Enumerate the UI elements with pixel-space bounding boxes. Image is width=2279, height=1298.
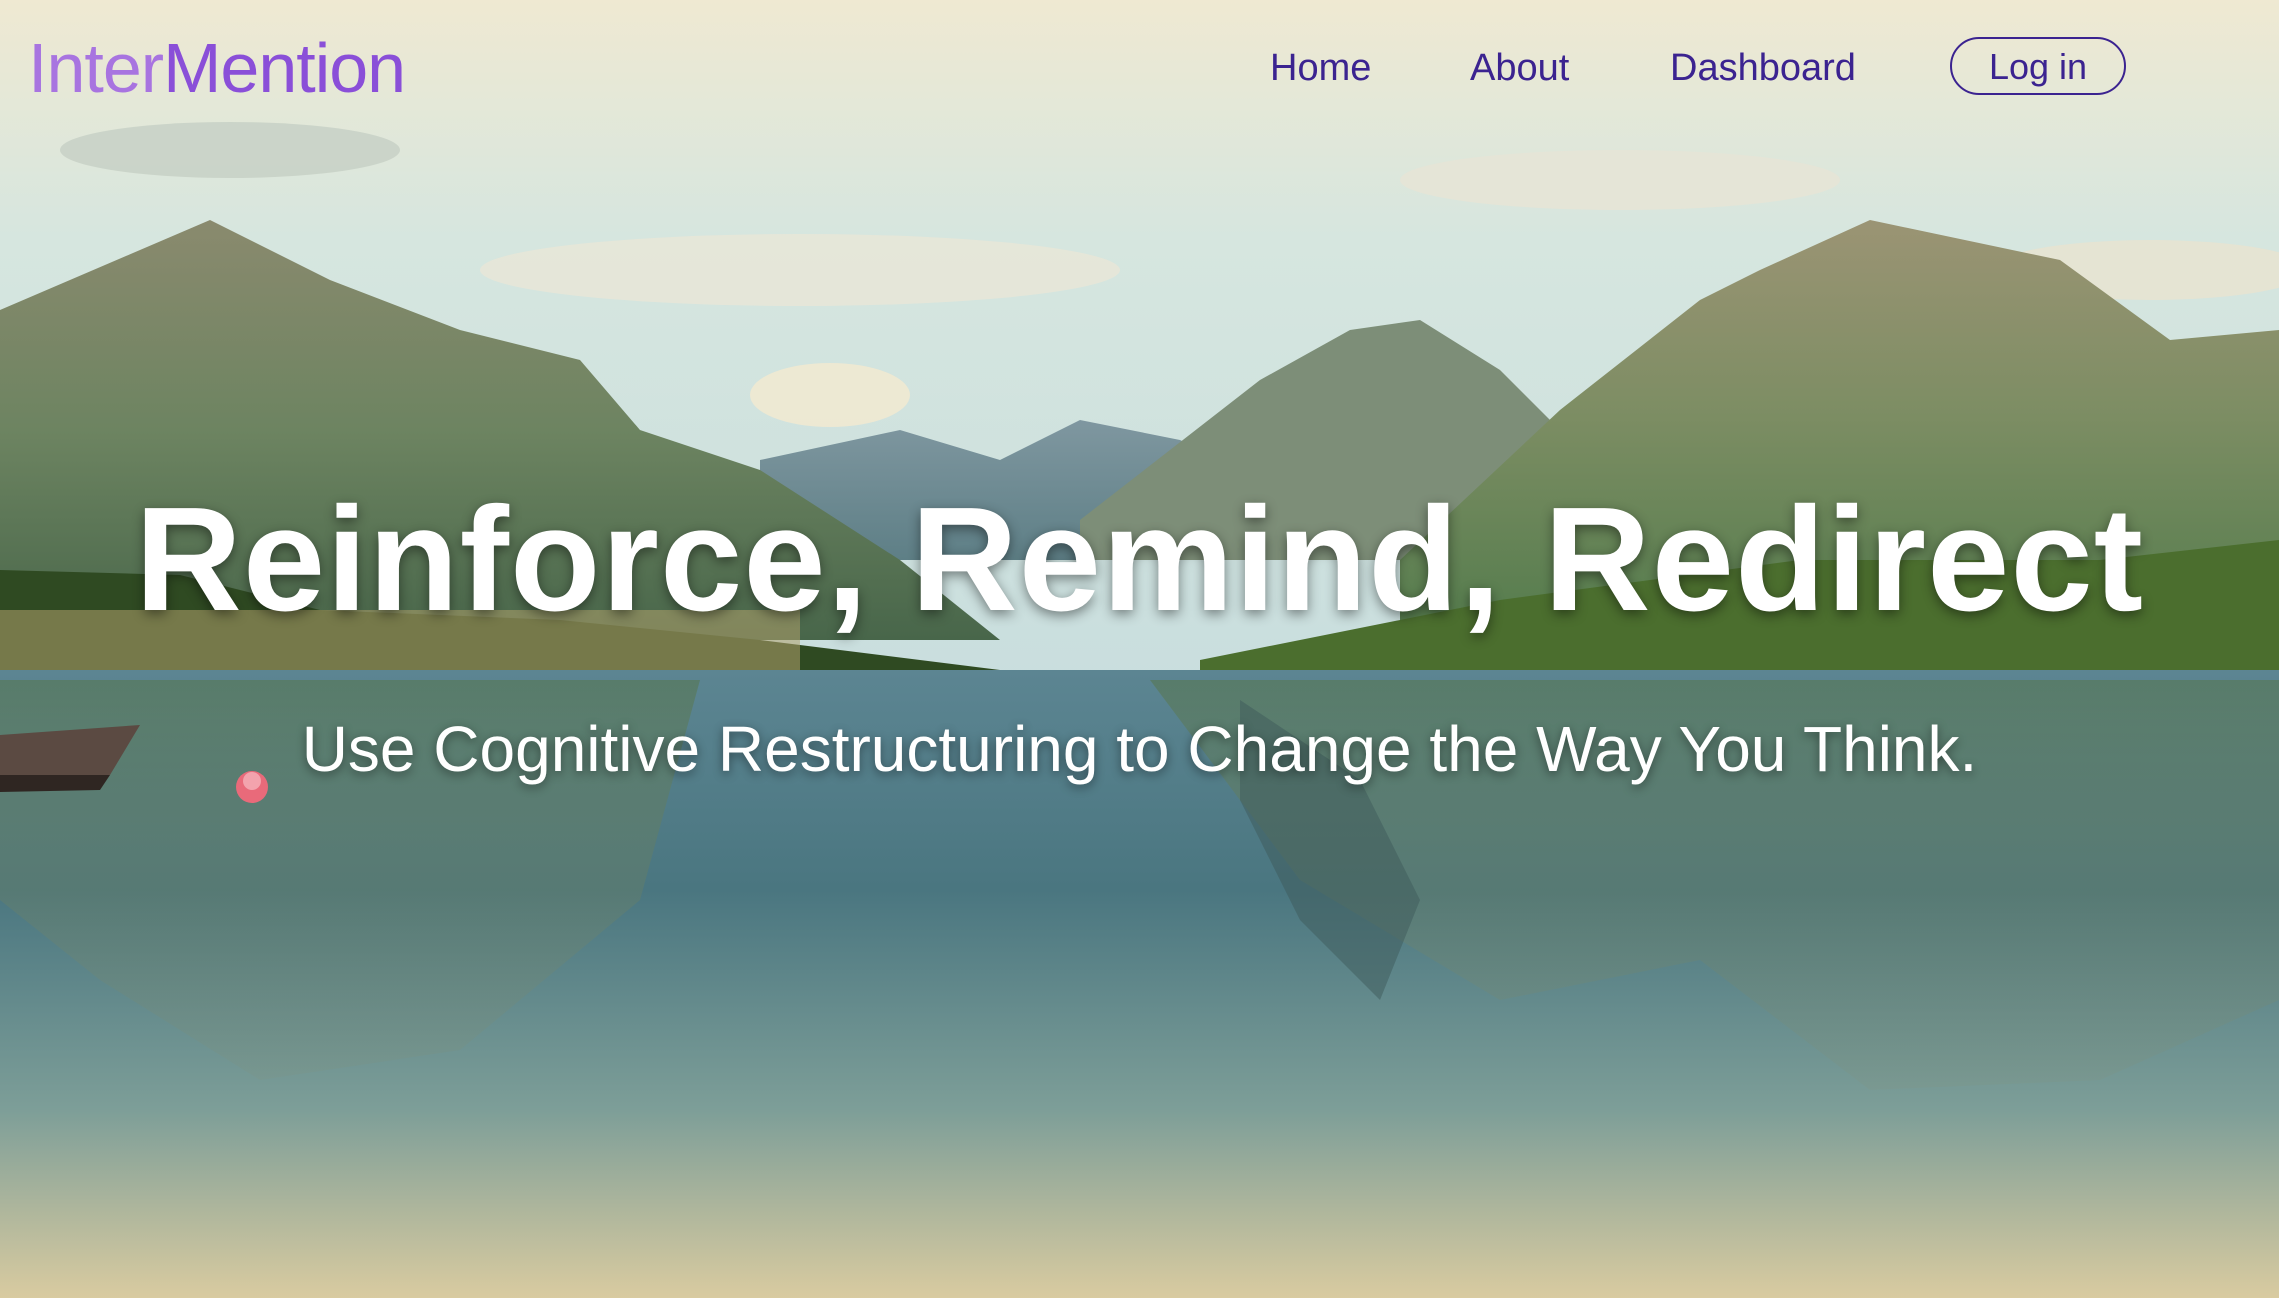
brand-logo[interactable]: InterMention bbox=[28, 24, 406, 112]
mountain-lake-background bbox=[0, 0, 2279, 1298]
hero-section: InterMention Home About Dashboard Log in… bbox=[0, 0, 2279, 1298]
nav-link-dashboard[interactable]: Dashboard bbox=[1670, 36, 1856, 100]
hero-subheadline: Use Cognitive Restructuring to Change th… bbox=[301, 713, 1978, 785]
nav-link-home[interactable]: Home bbox=[1270, 36, 1371, 100]
login-button[interactable]: Log in bbox=[1950, 37, 2126, 95]
nav-link-about[interactable]: About bbox=[1470, 36, 1569, 100]
hero-headline: Reinforce, Remind, Redirect bbox=[134, 477, 2145, 642]
brand-name-part2: Mention bbox=[163, 29, 406, 107]
brand-name-part1: Inter bbox=[28, 29, 164, 107]
